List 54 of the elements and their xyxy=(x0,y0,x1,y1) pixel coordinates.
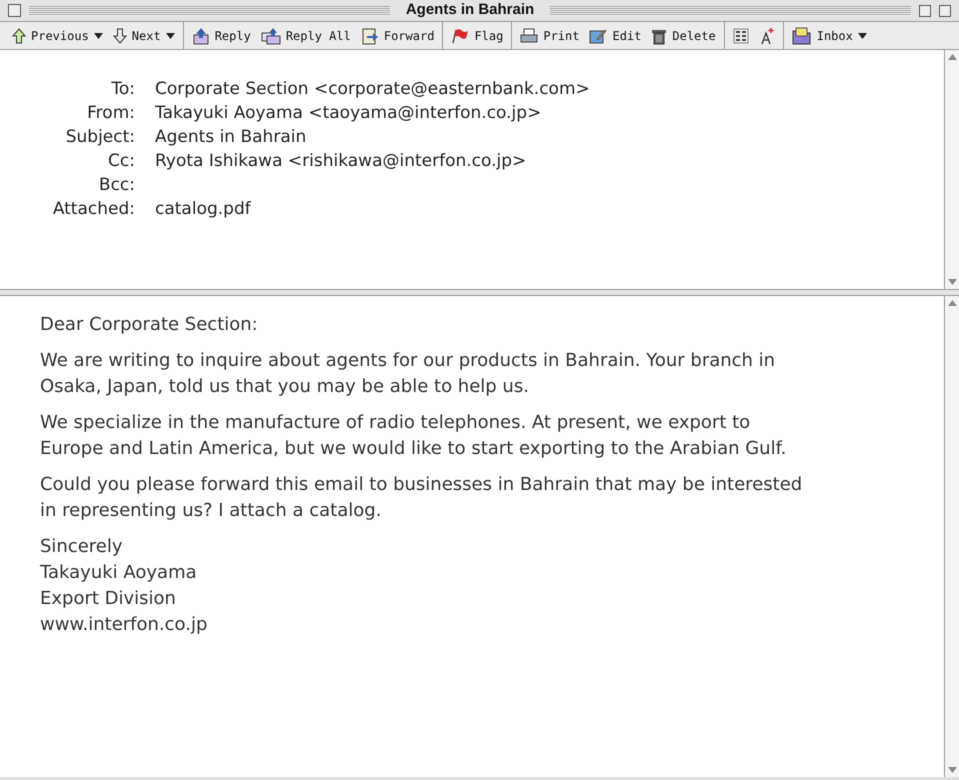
greeting: Dear Corporate Section: xyxy=(40,313,259,337)
collapse-box[interactable] xyxy=(939,4,952,16)
header-value: catalog.pdf xyxy=(155,198,251,222)
printer-icon xyxy=(520,28,538,44)
header-label: Attached: xyxy=(52,198,136,222)
up-arrow-icon xyxy=(12,28,26,44)
toolbar-button[interactable]: Flag xyxy=(449,24,506,46)
signature-line: www.interfon.co.jp xyxy=(40,613,208,637)
caret-icon xyxy=(858,32,867,38)
pencil-paper-icon xyxy=(589,28,608,44)
down-arrow-icon[interactable] xyxy=(948,279,956,285)
up-arrow-icon[interactable] xyxy=(948,54,956,60)
envelopes-arrow-icon xyxy=(260,26,281,44)
envelope-arrow-icon xyxy=(192,26,210,44)
header-label: From: xyxy=(86,102,136,126)
folder-icon xyxy=(792,26,812,44)
header-value: Corporate Section <corporate@easternbank.com> xyxy=(155,78,590,102)
signature-line: Sincerely xyxy=(40,535,124,559)
header-value: Ryota Ishikawa <rishikawa@interfon.co.jp> xyxy=(155,150,526,174)
flag-icon xyxy=(451,28,470,44)
down-arrow-icon xyxy=(112,28,127,44)
down-arrow-icon[interactable] xyxy=(948,767,956,773)
caret-icon xyxy=(94,32,103,38)
scrollbar[interactable] xyxy=(944,50,959,289)
close-box[interactable] xyxy=(8,4,21,17)
up-arrow-icon[interactable] xyxy=(948,300,956,306)
grid-icon xyxy=(732,28,749,44)
toolbar-button[interactable]: Reply xyxy=(190,24,253,46)
header-label: To: xyxy=(110,78,136,102)
scrollbar[interactable] xyxy=(944,296,959,777)
body-paragraph: Could you please forward this email to businesses in Bahrain that may be interested in representing us? I attach a catalog. xyxy=(40,473,804,523)
header-value: Takayuki Aoyama <taoyama@interfon.co.jp> xyxy=(155,102,542,126)
body-paragraph: We specialize in the manufacture of radio telephones. At present, we export to Europe and Latin America, but we would like to start exporting to the Arabian Gulf. xyxy=(40,411,788,461)
signature-line: Takayuki Aoyama xyxy=(40,561,198,585)
toolbar-button[interactable]: Reply All xyxy=(258,24,353,46)
toolbar-button[interactable]: Previous xyxy=(10,24,105,46)
zoom-box[interactable] xyxy=(919,4,932,16)
header-value: Agents in Bahrain xyxy=(155,126,306,150)
toolbar-button[interactable]: Print xyxy=(518,24,582,46)
header-label: Subject: xyxy=(64,126,136,150)
document-arrow-icon xyxy=(360,26,379,44)
toolbar-button[interactable]: Forward xyxy=(358,24,436,46)
font-icon xyxy=(758,26,775,44)
toolbar-button[interactable]: Inbox xyxy=(790,24,869,46)
header-label: Bcc: xyxy=(98,174,136,198)
body-paragraph: We are writing to inquire about agents for our products in Bahrain. Your branch in Osaka, Japan, told us that you may be able to help us. xyxy=(40,349,776,399)
caret-icon xyxy=(166,32,175,38)
signature-line: Export Division xyxy=(40,587,177,611)
toolbar-button[interactable]: Edit xyxy=(587,24,644,46)
toolbar-button[interactable]: Next xyxy=(110,24,177,46)
window-title: Agents in Bahrain xyxy=(404,0,536,20)
splitter[interactable] xyxy=(0,290,959,296)
toolbar-button[interactable]: Delete xyxy=(649,24,718,46)
header-label: Cc: xyxy=(107,150,136,174)
